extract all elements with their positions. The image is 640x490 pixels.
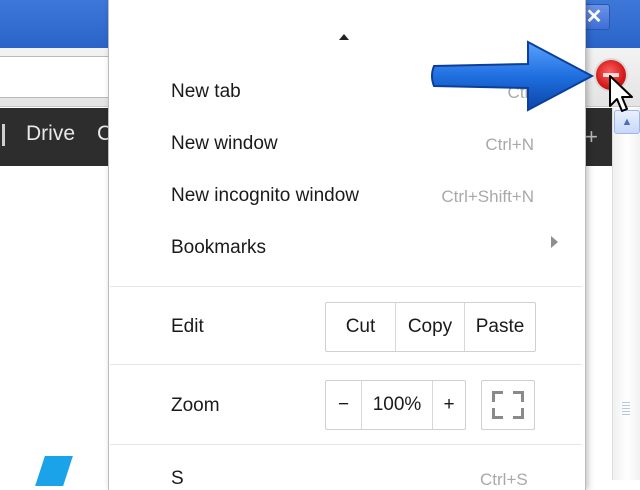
zoom-level: 100% [362,381,433,429]
fullscreen-icon [492,408,503,419]
menu-item-bookmarks[interactable]: Bookmarks [171,237,266,259]
google-bar-more-icon[interactable]: + [585,124,598,150]
menu-pointer-caret [339,34,349,40]
paste-button[interactable]: Paste [465,303,535,351]
menu-separator [110,364,582,365]
pointer-arrow-icon [431,40,595,112]
menu-separator [110,444,582,445]
fullscreen-icon [513,408,524,419]
vertical-scrollbar[interactable] [612,108,640,480]
fullscreen-button[interactable] [481,380,535,430]
google-bar-divider [2,124,5,146]
submenu-arrow-icon [551,236,558,248]
menu-item-zoom-label: Zoom [171,395,220,416]
zoom-button-group: − 100% + [325,380,466,430]
menu-item-new-window[interactable]: New window [171,133,278,155]
cut-button[interactable]: Cut [326,303,396,351]
shortcut-new-window: Ctrl+N [485,135,534,154]
menu-item-partial[interactable]: S [171,468,184,490]
menu-separator [110,286,582,287]
page-logo-fragment [35,456,73,486]
google-bar-drive-link[interactable]: Drive [26,122,75,146]
edit-button-group: Cut Copy Paste [325,302,536,352]
scrollbar-grip[interactable] [622,402,630,416]
fullscreen-icon [492,391,503,402]
menu-item-edit-label: Edit [171,316,204,337]
menu-item-new-incognito-window[interactable]: New incognito window [171,185,359,207]
zoom-in-button[interactable]: + [433,381,465,429]
shortcut-new-incognito-window: Ctrl+Shift+N [441,187,534,206]
menu-item-new-tab[interactable]: New tab [171,81,241,103]
copy-button[interactable]: Copy [396,303,465,351]
fullscreen-icon [513,391,524,402]
zoom-out-button[interactable]: − [326,381,362,429]
shortcut-partial: Ctrl+S [480,470,528,489]
mouse-cursor-icon [609,75,633,112]
